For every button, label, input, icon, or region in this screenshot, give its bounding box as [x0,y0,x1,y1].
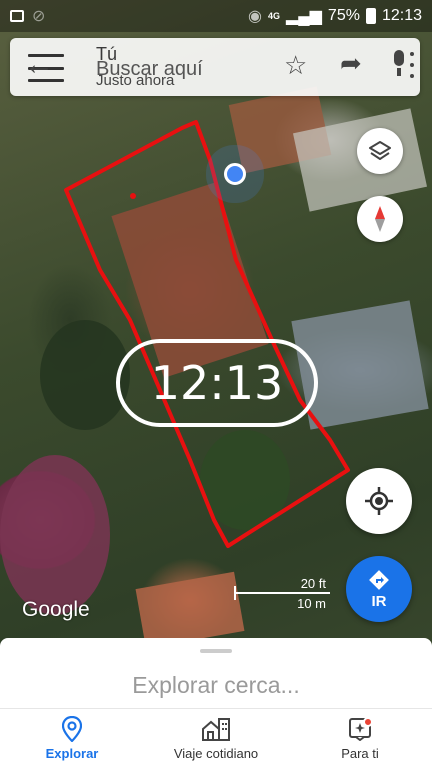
my-location-button[interactable] [346,468,412,534]
compass-button[interactable] [357,196,403,242]
star-icon[interactable]: ☆ [284,50,307,81]
go-button-label: IR [371,592,387,610]
bottom-navigation: Explorar Viaje cotidiano Para ti [0,708,432,768]
location-status-icon: ◉ [247,8,262,25]
share-icon[interactable]: ➦ [340,48,362,79]
home-city-icon [201,716,231,742]
go-button[interactable]: IR [346,556,412,622]
nav-explore[interactable]: Explorar [0,709,144,768]
scale-feet: 20 ft [300,576,326,591]
more-options-icon[interactable] [410,52,414,78]
nav-explore-label: Explorar [45,746,99,761]
clock-time: 12:13 [381,7,422,24]
blocked-icon: ⊘ [32,8,46,25]
battery-icon [365,8,376,24]
battery-level: 75% [327,7,360,24]
google-logo: Google [22,598,90,621]
layers-icon [369,141,391,160]
pin-icon [62,716,82,742]
status-bar: ⊘ ◉ 4G ▂▄▆ 75% 12:13 [0,0,432,32]
microphone-icon[interactable] [392,50,406,76]
search-subtitle: Justo ahora [96,72,175,89]
nav-commute-label: Viaje cotidiano [173,746,259,761]
directions-icon [369,569,389,590]
explore-nearby-button[interactable]: Explorar cerca... [0,672,432,699]
image-notification-icon [10,10,24,22]
signal-icon: ▂▄▆ [285,8,322,25]
sheet-handle[interactable] [200,649,232,653]
network-type: 4G [267,10,280,21]
nav-for-you-label: Para ti [341,746,379,761]
crosshair-icon [365,487,393,515]
bottom-sheet[interactable]: Explorar cerca... [0,638,432,708]
search-bar[interactable]: ← Tú Buscar aquí Justo ahora ☆ ➦ [10,38,420,96]
back-arrow-icon[interactable]: ← [24,48,54,82]
compass-icon [375,206,385,232]
map-scale: 20 ft 10 m [234,572,330,612]
scale-meters: 10 m [297,596,326,611]
notification-badge [363,717,373,727]
nav-commute[interactable]: Viaje cotidiano [144,709,288,768]
clock-overlay: 12:13 [116,339,318,427]
my-location-dot [224,163,246,185]
nav-for-you[interactable]: Para ti [288,709,432,768]
layers-button[interactable] [357,128,403,174]
